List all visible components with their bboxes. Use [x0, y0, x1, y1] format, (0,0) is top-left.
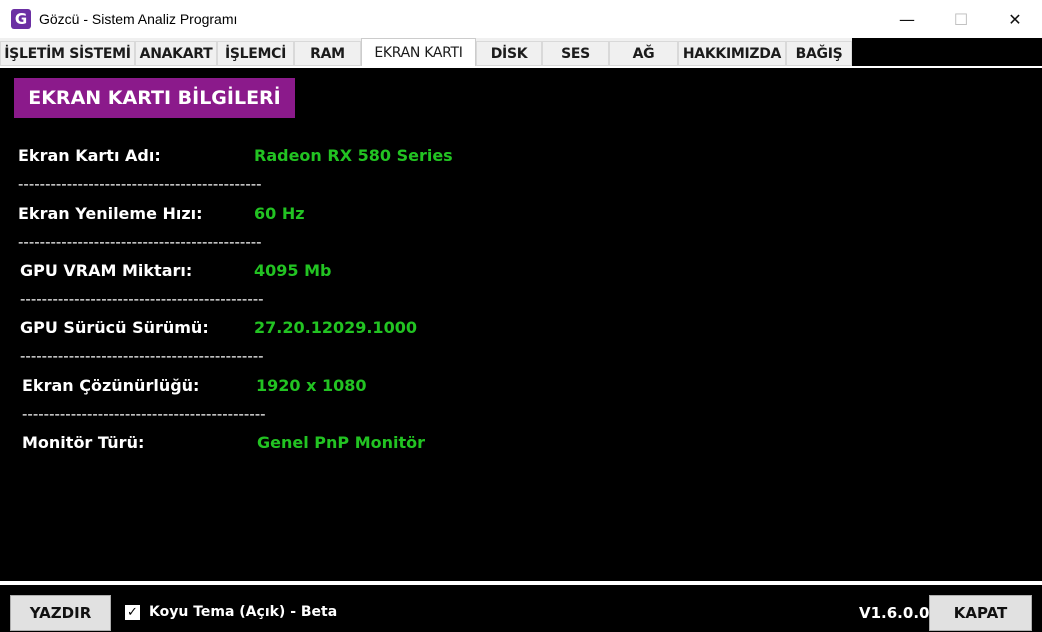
driver-version-label: GPU Sürücü Sürümü:: [20, 318, 209, 337]
window-title: Gözcü - Sistem Analiz Programı: [39, 11, 238, 27]
print-button[interactable]: YAZDIR: [10, 595, 111, 631]
row-separator: ----------------------------------------…: [22, 405, 266, 423]
monitor-type-label: Monitör Türü:: [22, 433, 145, 452]
vram-value: 4095 Mb: [254, 261, 332, 280]
close-button[interactable]: KAPAT: [929, 595, 1032, 631]
dark-theme-label[interactable]: Koyu Tema (Açık) - Beta: [149, 604, 337, 620]
resolution-label: Ekran Çözünürlüğü:: [22, 376, 200, 395]
row-separator: ----------------------------------------…: [18, 233, 262, 251]
gpu-name-label: Ekran Kartı Adı:: [18, 146, 161, 165]
driver-version-value: 27.20.12029.1000: [254, 318, 417, 337]
refresh-rate-value: 60 Hz: [254, 204, 305, 223]
maximize-button: ☐: [953, 9, 969, 29]
app-logo-icon: G: [11, 9, 31, 29]
vram-label: GPU VRAM Miktarı:: [20, 261, 193, 280]
tab-anakart[interactable]: ANAKART: [135, 41, 217, 65]
version-label: V1.6.0.0: [859, 604, 930, 622]
title-bar: G Gözcü - Sistem Analiz Programı — ☐ ✕: [0, 0, 1042, 38]
gpu-name-value: Radeon RX 580 Series: [254, 146, 453, 165]
tab-strip: İŞLETİM SİSTEMİ ANAKART İŞLEMCİ RAM EKRA…: [0, 38, 1042, 66]
row-separator: ----------------------------------------…: [20, 290, 264, 308]
tab-islemci[interactable]: İŞLEMCİ: [217, 41, 294, 65]
row-separator: ----------------------------------------…: [20, 347, 264, 365]
tab-hakkimizda[interactable]: HAKKIMIZDA: [678, 41, 786, 65]
content-divider-bottom: [0, 581, 1042, 585]
minimize-button[interactable]: —: [880, 0, 934, 38]
tab-ses[interactable]: SES: [542, 41, 609, 65]
close-window-button[interactable]: ✕: [988, 0, 1042, 38]
row-separator: ----------------------------------------…: [18, 175, 262, 193]
tab-ag[interactable]: AĞ: [609, 41, 678, 65]
section-title: EKRAN KARTI BİLGİLERİ: [14, 78, 295, 118]
resolution-value: 1920 x 1080: [256, 376, 367, 395]
dark-theme-checkbox[interactable]: ✓: [125, 605, 140, 620]
tab-disk[interactable]: DİSK: [476, 41, 542, 65]
tab-ram[interactable]: RAM: [294, 41, 361, 65]
refresh-rate-label: Ekran Yenileme Hızı:: [18, 204, 203, 223]
monitor-type-value: Genel PnP Monitör: [257, 433, 426, 452]
tab-bagis[interactable]: BAĞIŞ: [786, 41, 852, 65]
content-divider-top: [0, 66, 1042, 68]
tab-ekran-karti[interactable]: EKRAN KARTI: [361, 38, 476, 66]
tab-isletim-sistemi[interactable]: İŞLETİM SİSTEMİ: [0, 41, 135, 65]
window-controls: — ☐ ✕: [880, 0, 1042, 38]
